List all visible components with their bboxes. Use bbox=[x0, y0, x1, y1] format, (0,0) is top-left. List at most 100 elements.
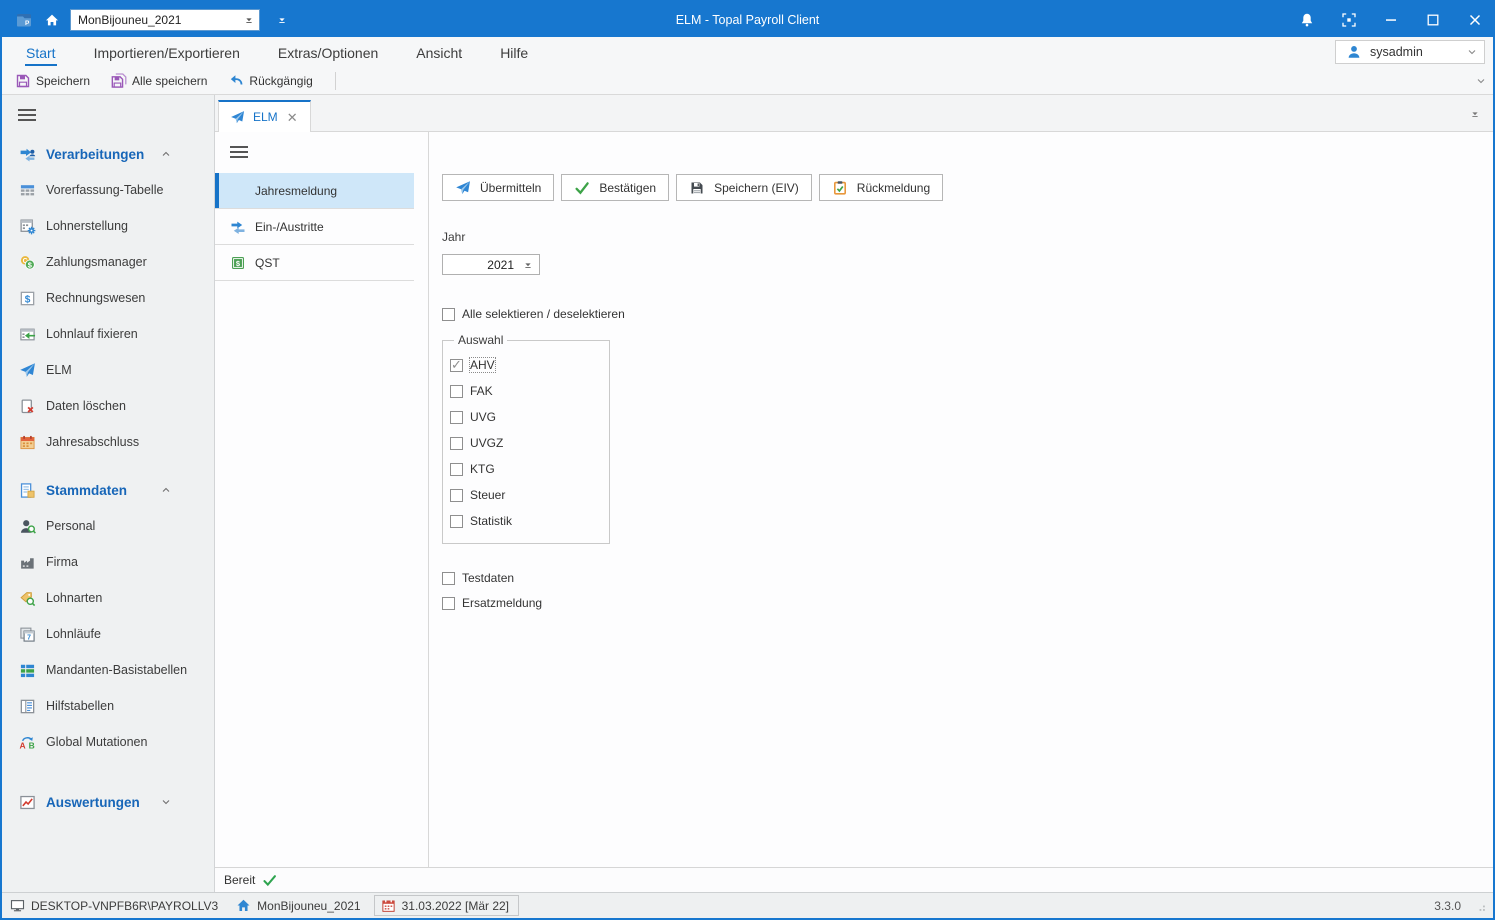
user-dropdown[interactable]: sysadmin bbox=[1335, 40, 1485, 64]
select-all-checkbox-row[interactable]: Alle selektieren / deselektieren bbox=[442, 307, 1493, 321]
table-arrow-icon bbox=[19, 326, 36, 343]
checkbox-row-uvg[interactable]: UVG bbox=[450, 410, 609, 424]
ktg-checkbox[interactable] bbox=[450, 462, 463, 476]
navigation-sidebar: Verarbeitungen Vorerfassung-Tabelle Lohn… bbox=[2, 95, 215, 892]
checkbox-row-testdaten[interactable]: Testdaten bbox=[442, 571, 1493, 585]
menu-start[interactable]: Start bbox=[25, 39, 57, 66]
undo-icon bbox=[228, 73, 244, 89]
save-all-icon bbox=[111, 72, 127, 89]
checkbox-row-uvgz[interactable]: UVGZ bbox=[450, 436, 609, 450]
sidebar-item-label: Global Mutationen bbox=[46, 735, 148, 749]
sidebar-item-rechnungswesen[interactable]: $ Rechnungswesen bbox=[2, 280, 214, 316]
tab-close-icon[interactable]: ✕ bbox=[286, 111, 299, 124]
select-all-checkbox[interactable] bbox=[442, 307, 455, 321]
jahr-select-value: 2021 bbox=[487, 257, 514, 272]
uvg-checkbox[interactable] bbox=[450, 410, 463, 424]
sidebar-item-lohnlauf-fixieren[interactable]: Lohnlauf fixieren bbox=[2, 316, 214, 352]
sidebar-section-auswertungen[interactable]: Auswertungen bbox=[2, 784, 214, 820]
save-all-button[interactable]: Alle speichern bbox=[108, 71, 210, 91]
statistik-checkbox[interactable] bbox=[450, 514, 463, 528]
speichern-eiv-button[interactable]: Speichern (EIV) bbox=[676, 174, 812, 201]
uebermitteln-button[interactable]: Übermitteln bbox=[442, 174, 555, 201]
sidebar-hamburger-icon[interactable] bbox=[18, 109, 36, 121]
calendar-7-icon: 7 bbox=[19, 626, 36, 643]
minimize-icon[interactable] bbox=[1383, 12, 1399, 28]
sidebar-item-hilfstabellen[interactable]: Hilfstabellen bbox=[2, 688, 214, 724]
checkbox-row-ersatzmeldung[interactable]: Ersatzmeldung bbox=[442, 596, 1493, 610]
mandant-combobox[interactable]: MonBijouneu_2021 bbox=[70, 8, 260, 31]
sidebar-section-stammdaten[interactable]: Stammdaten bbox=[2, 472, 214, 508]
menu-hilfe[interactable]: Hilfe bbox=[499, 39, 529, 66]
ersatzmeldung-checkbox[interactable] bbox=[442, 596, 455, 610]
maximize-icon[interactable] bbox=[1425, 12, 1441, 28]
checkbox-row-ahv[interactable]: AHV bbox=[450, 357, 609, 373]
app-version: 3.3.0 bbox=[1434, 898, 1461, 913]
sidebar-item-lohnarten[interactable]: Lohnarten bbox=[2, 580, 214, 616]
jahresmeldung-form: Übermitteln Bestätigen Speichern (EIV) R… bbox=[429, 132, 1493, 867]
checkbox-row-statistik[interactable]: Statistik bbox=[450, 514, 609, 528]
nav-item-qst[interactable]: $ QST bbox=[215, 245, 414, 281]
nav-item-ein-austritte[interactable]: Ein-/Austritte bbox=[215, 209, 414, 245]
steuer-checkbox[interactable] bbox=[450, 488, 463, 502]
close-icon[interactable] bbox=[1467, 12, 1483, 28]
home-icon[interactable] bbox=[44, 12, 60, 28]
menu-importieren-exportieren[interactable]: Importieren/Exportieren bbox=[93, 39, 241, 66]
sidebar-item-mandanten-basistabellen[interactable]: Mandanten-Basistabellen bbox=[2, 652, 214, 688]
status-machine: DESKTOP-VNPFB6R\PAYROLLV3 bbox=[10, 898, 218, 913]
sidebar-item-lohnerstellung[interactable]: Lohnerstellung bbox=[2, 208, 214, 244]
tag-search-icon bbox=[19, 590, 36, 607]
home-blue-icon bbox=[236, 898, 251, 913]
ahv-checkbox[interactable] bbox=[450, 357, 463, 373]
sidebar-item-label: Hilfstabellen bbox=[46, 699, 115, 713]
sidebar-item-daten-loeschen[interactable]: Daten löschen bbox=[2, 388, 214, 424]
jahr-select[interactable]: 2021 bbox=[442, 254, 540, 275]
sidebar-section-verarbeitungen[interactable]: Verarbeitungen bbox=[2, 136, 214, 172]
save-button[interactable]: Speichern bbox=[12, 71, 93, 91]
mandant-combobox-value: MonBijouneu_2021 bbox=[78, 12, 182, 27]
sidebar-item-personal[interactable]: Personal bbox=[2, 508, 214, 544]
fak-checkbox[interactable] bbox=[450, 384, 463, 398]
uvgz-checkbox[interactable] bbox=[450, 436, 463, 450]
checkbox-row-steuer[interactable]: Steuer bbox=[450, 488, 609, 502]
fullscreen-icon[interactable] bbox=[1341, 12, 1357, 28]
testdaten-label: Testdaten bbox=[462, 571, 515, 585]
sidebar-item-zahlungsmanager[interactable]: C $ Zahlungsmanager bbox=[2, 244, 214, 280]
tabstrip-dropdown-caret-icon[interactable] bbox=[1469, 108, 1481, 120]
chart-icon bbox=[19, 794, 36, 811]
nav-item-label: Ein-/Austritte bbox=[255, 219, 324, 234]
testdaten-checkbox[interactable] bbox=[442, 571, 455, 585]
ready-status-bar: Bereit bbox=[215, 867, 1493, 892]
checkbox-row-ktg[interactable]: KTG bbox=[450, 462, 609, 476]
sidebar-item-label: Lohnerstellung bbox=[46, 219, 129, 233]
sidebar-item-vorerfassung-tabelle[interactable]: Vorerfassung-Tabelle bbox=[2, 172, 214, 208]
bestaetigen-button[interactable]: Bestätigen bbox=[561, 174, 670, 201]
notifications-bell-icon[interactable] bbox=[1299, 12, 1315, 28]
resize-grip[interactable] bbox=[1473, 899, 1487, 913]
sidebar-item-firma[interactable]: Firma bbox=[2, 544, 214, 580]
undo-button[interactable]: Rückgängig bbox=[225, 71, 315, 91]
tab-elm[interactable]: ELM ✕ bbox=[218, 100, 311, 132]
sidebar-item-label: Lohnlauf fixieren bbox=[46, 327, 138, 341]
nav-item-jahresmeldung[interactable]: Jahresmeldung bbox=[215, 173, 414, 209]
quick-access-toolbar: Speichern Alle speichern Rückgängig bbox=[2, 67, 1493, 95]
button-label: Bestätigen bbox=[599, 180, 657, 195]
titlebar-dropdown-caret-icon[interactable] bbox=[276, 14, 288, 26]
sidebar-item-elm[interactable]: ELM bbox=[2, 352, 214, 388]
rueckmeldung-button[interactable]: Rückmeldung bbox=[818, 174, 944, 201]
sidebar-section-label: Stammdaten bbox=[46, 482, 128, 498]
calculator-gear-icon bbox=[19, 218, 36, 235]
menu-extras-optionen[interactable]: Extras/Optionen bbox=[277, 39, 379, 66]
svg-text:7: 7 bbox=[27, 634, 31, 641]
person-search-icon bbox=[19, 518, 36, 535]
svg-text:B: B bbox=[29, 740, 35, 750]
sidebar-item-jahresabschluss[interactable]: Jahresabschluss bbox=[2, 424, 214, 460]
app-logo-icon: P bbox=[16, 12, 32, 28]
sidebar-item-lohnlaeufe[interactable]: 7 Lohnläufe bbox=[2, 616, 214, 652]
checkbox-row-fak[interactable]: FAK bbox=[450, 384, 609, 398]
panel-hamburger-icon[interactable] bbox=[230, 146, 248, 158]
menu-ansicht[interactable]: Ansicht bbox=[415, 39, 463, 66]
sidebar-item-global-mutationen[interactable]: AB Global Mutationen bbox=[2, 724, 214, 760]
sidebar-item-label: Zahlungsmanager bbox=[46, 255, 147, 269]
clipboard-check-icon bbox=[832, 180, 848, 196]
toolbar-customize-chevron-icon[interactable] bbox=[1475, 75, 1487, 87]
